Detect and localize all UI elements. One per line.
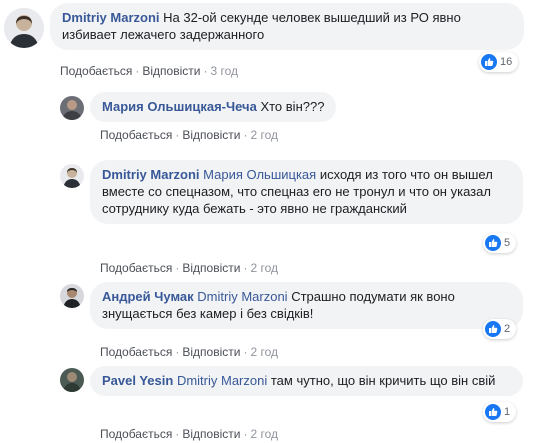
reaction-number: 5	[504, 237, 511, 249]
comment-actions: Подобається · Відповісти · 2 год	[100, 344, 278, 360]
reaction-number: 16	[500, 56, 513, 68]
comment-text: там чутно, що він кричить що він свій	[270, 373, 496, 388]
comment-actions: Подобається · Відповісти · 2 год	[100, 127, 278, 143]
comment-bubble: Dmitriy Marzoni Мария Ольшицкая исходя и…	[90, 160, 523, 224]
timestamp[interactable]: 2 год	[250, 128, 278, 142]
reply-comment: Мария Ольшицкая-Чеча Хто він??? Подобаєт…	[0, 88, 536, 148]
comment-bubble: Dmitriy Marzoni На 32-ой секунде человек…	[50, 3, 524, 50]
mention-tag[interactable]: Мария Ольшицкая	[203, 167, 316, 182]
separator: ·	[243, 261, 248, 275]
avatar[interactable]	[4, 8, 44, 48]
separator: ·	[175, 261, 180, 275]
separator: ·	[203, 64, 208, 78]
mention-tag[interactable]: Dmitriy Marzoni	[197, 289, 287, 304]
separator: ·	[243, 427, 248, 441]
reaction-count[interactable]: 1	[483, 402, 517, 422]
separator: ·	[135, 64, 140, 78]
separator: ·	[243, 128, 248, 142]
reply-button[interactable]: Відповісти	[182, 261, 240, 275]
comment-author[interactable]: Dmitriy Marzoni	[102, 167, 200, 182]
comment-author[interactable]: Андрей Чумак	[102, 289, 194, 304]
mention-tag[interactable]: Dmitriy Marzoni	[177, 373, 267, 388]
timestamp[interactable]: 2 год	[250, 261, 278, 275]
like-button[interactable]: Подобається	[100, 345, 172, 359]
avatar[interactable]	[60, 164, 84, 188]
comment-actions: Подобається · Відповісти · 3 год	[60, 63, 238, 79]
comment: Dmitriy Marzoni На 32-ой секунде человек…	[0, 0, 536, 82]
reaction-count[interactable]: 2	[483, 319, 517, 339]
reply-button[interactable]: Відповісти	[182, 128, 240, 142]
timestamp[interactable]: 2 год	[250, 345, 278, 359]
separator: ·	[175, 345, 180, 359]
like-button[interactable]: Подобається	[100, 427, 172, 441]
timestamp[interactable]: 3 год	[210, 64, 238, 78]
reply-comment: Андрей Чумак Dmitriy Marzoni Страшно под…	[0, 278, 536, 362]
comment-author[interactable]: Dmitriy Marzoni	[62, 10, 160, 25]
reply-comment: Pavel Yesin Dmitriy Marzoni там чутно, щ…	[0, 362, 536, 443]
separator: ·	[175, 128, 180, 142]
like-button[interactable]: Подобається	[100, 128, 172, 142]
avatar[interactable]	[60, 96, 84, 120]
separator: ·	[243, 345, 248, 359]
comment-actions: Подобається · Відповісти · 2 год	[100, 426, 278, 442]
reaction-number: 2	[504, 323, 511, 335]
like-button[interactable]: Подобається	[60, 64, 132, 78]
comment-bubble: Pavel Yesin Dmitriy Marzoni там чутно, щ…	[90, 366, 523, 396]
comment-bubble: Мария Ольшицкая-Чеча Хто він???	[90, 92, 337, 122]
thumbs-up-icon	[485, 235, 501, 251]
comment-actions: Подобається · Відповісти · 2 год	[100, 260, 278, 276]
separator: ·	[175, 427, 180, 441]
like-button[interactable]: Подобається	[100, 261, 172, 275]
reaction-count[interactable]: 5	[483, 233, 517, 253]
thumbs-up-icon	[485, 404, 501, 420]
comment-author[interactable]: Мария Ольшицкая-Чеча	[102, 99, 257, 114]
reaction-count[interactable]: 16	[479, 52, 519, 72]
comment-text: Хто він???	[260, 99, 325, 114]
comment-bubble: Андрей Чумак Dmitriy Marzoni Страшно под…	[90, 282, 523, 329]
reply-button[interactable]: Відповісти	[182, 345, 240, 359]
reaction-number: 1	[504, 406, 511, 418]
timestamp[interactable]: 2 год	[250, 427, 278, 441]
reply-button[interactable]: Відповісти	[142, 64, 200, 78]
reply-comment: Dmitriy Marzoni Мария Ольшицкая исходя и…	[0, 156, 536, 276]
thumbs-up-icon	[481, 54, 497, 70]
comment-author[interactable]: Pavel Yesin	[102, 373, 173, 388]
reply-button[interactable]: Відповісти	[182, 427, 240, 441]
avatar[interactable]	[60, 284, 84, 308]
avatar[interactable]	[60, 368, 84, 392]
thumbs-up-icon	[485, 321, 501, 337]
